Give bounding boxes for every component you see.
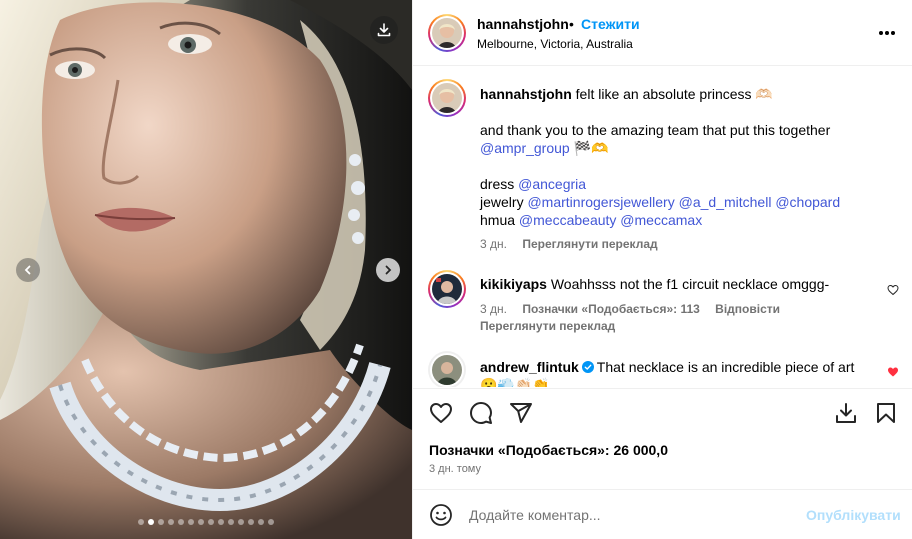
post-panel: hannahstjohn • Стежити Melbourne, Victor… <box>412 0 912 539</box>
comment-1-meta: 3 дн. Позначки «Подобається»: 113 Відпов… <box>480 302 792 316</box>
translate-link[interactable]: Переглянути переклад <box>480 319 615 333</box>
carousel-dot <box>158 519 164 525</box>
post-comment-button[interactable]: Опублікувати <box>806 507 901 523</box>
carousel-dot <box>218 519 224 525</box>
comment-2-body: andrew_flintuk That necklace is an incre… <box>480 358 854 376</box>
post-time[interactable]: 3 дн. тому <box>429 463 481 475</box>
caption-line-3: @ampr_group 🏁🫶 <box>480 139 608 157</box>
avatar-photo <box>432 18 462 48</box>
carousel-dot <box>208 519 214 525</box>
caption-text: felt like an absolute princess 🫶🏻 <box>575 86 773 102</box>
credit-label: dress <box>480 176 515 192</box>
post-header: hannahstjohn • Стежити Melbourne, Victor… <box>413 0 912 66</box>
like-count[interactable]: Позначки «Подобається»: 26 000,0 <box>429 442 668 458</box>
comment-2-emoji: 😮💨👏🏻👏 <box>480 377 550 387</box>
caption-meta: 3 дн. Переглянути переклад <box>480 237 670 251</box>
post-actions: Позначки «Подобається»: 26 000,0 3 дн. т… <box>413 388 912 488</box>
carousel-next-button[interactable] <box>376 258 400 282</box>
reply-button[interactable]: Відповісти <box>715 302 780 316</box>
comment-like-heart-icon[interactable] <box>887 284 899 296</box>
commenter-avatar[interactable] <box>428 351 466 387</box>
download-button[interactable] <box>370 16 398 44</box>
caption-time[interactable]: 3 дн. <box>480 237 507 251</box>
caption-line-2: and thank you to the amazing team that p… <box>480 122 831 138</box>
heart-icon[interactable] <box>429 401 453 425</box>
post-viewer: hannahstjohn • Стежити Melbourne, Victor… <box>0 0 912 539</box>
post-media[interactable] <box>0 0 412 539</box>
comment-1-translate: Переглянути переклад <box>480 319 627 333</box>
avatar-photo <box>432 355 462 385</box>
mention-link[interactable]: @chopard <box>775 194 840 210</box>
comment-username[interactable]: kikikiyaps <box>480 276 547 292</box>
header-separator: • <box>569 16 574 32</box>
carousel-dot <box>148 519 154 525</box>
carousel-dot <box>138 519 144 525</box>
mention-link[interactable]: @ampr_group <box>480 140 570 156</box>
verified-icon <box>581 361 594 373</box>
comment-time[interactable]: 3 дн. <box>480 302 507 316</box>
author-username[interactable]: hannahstjohn <box>477 16 569 32</box>
chevron-right-icon <box>385 265 392 275</box>
carousel-dot <box>248 519 254 525</box>
carousel-dot <box>228 519 234 525</box>
author-avatar[interactable] <box>428 14 466 52</box>
comment-likes[interactable]: Позначки «Подобається»: 113 <box>522 302 700 316</box>
mention-link[interactable]: @meccamax <box>620 212 702 228</box>
carousel-dot <box>268 519 274 525</box>
comment-input[interactable] <box>469 505 789 525</box>
carousel-dot <box>168 519 174 525</box>
download-post-icon[interactable] <box>834 401 858 425</box>
share-icon[interactable] <box>509 401 533 425</box>
comment-liked-heart-icon[interactable] <box>887 366 899 378</box>
carousel-dot <box>258 519 264 525</box>
translate-link[interactable]: Переглянути переклад <box>522 237 657 251</box>
comments-list[interactable]: hannahstjohn felt like an absolute princ… <box>413 67 912 387</box>
credit-label: jewelry <box>480 194 524 210</box>
caption-hmua-line: hmua @meccabeauty @meccamax <box>480 211 702 229</box>
caption-author-avatar[interactable] <box>428 79 466 117</box>
comment-text: That necklace is an incredible piece of … <box>596 359 855 375</box>
post-photo <box>0 0 412 539</box>
mention-link[interactable]: @martinrogersjewellery <box>527 194 674 210</box>
avatar-photo <box>432 274 462 304</box>
carousel-dot <box>178 519 184 525</box>
credit-label: hmua <box>480 212 516 228</box>
carousel-prev-button[interactable] <box>16 258 40 282</box>
post-location[interactable]: Melbourne, Victoria, Australia <box>477 37 633 51</box>
more-icon <box>879 31 895 35</box>
download-icon <box>377 23 391 37</box>
comment-icon[interactable] <box>469 401 493 425</box>
follow-button[interactable]: Стежити <box>581 16 640 32</box>
comment-username[interactable]: andrew_flintuk <box>480 359 579 375</box>
commenter-avatar[interactable] <box>428 270 466 308</box>
caption-emoji: 🏁🫶 <box>573 140 609 156</box>
more-options-button[interactable] <box>877 24 897 42</box>
emoji-icon[interactable] <box>429 503 453 527</box>
mention-link[interactable]: @meccabeauty <box>519 212 616 228</box>
caption-line-1: hannahstjohn felt like an absolute princ… <box>480 85 773 103</box>
caption-jewelry-line: jewelry @martinrogersjewellery @a_d_mitc… <box>480 193 840 211</box>
avatar-photo <box>432 83 462 113</box>
carousel-dot <box>238 519 244 525</box>
carousel-dot <box>198 519 204 525</box>
save-icon[interactable] <box>874 401 898 425</box>
caption-username[interactable]: hannahstjohn <box>480 86 572 102</box>
mention-link[interactable]: @a_d_mitchell <box>679 194 772 210</box>
caption-dress-line: dress @ancegria <box>480 175 586 193</box>
comment-text: Woahhsss not the f1 circuit necklace omg… <box>550 276 830 292</box>
chevron-left-icon <box>24 265 31 275</box>
comment-1-body: kikikiyaps Woahhsss not the f1 circuit n… <box>480 275 829 293</box>
carousel-indicator <box>0 519 412 525</box>
carousel-dot <box>188 519 194 525</box>
comment-composer: Опублікувати <box>413 489 912 539</box>
mention-link[interactable]: @ancegria <box>518 176 586 192</box>
